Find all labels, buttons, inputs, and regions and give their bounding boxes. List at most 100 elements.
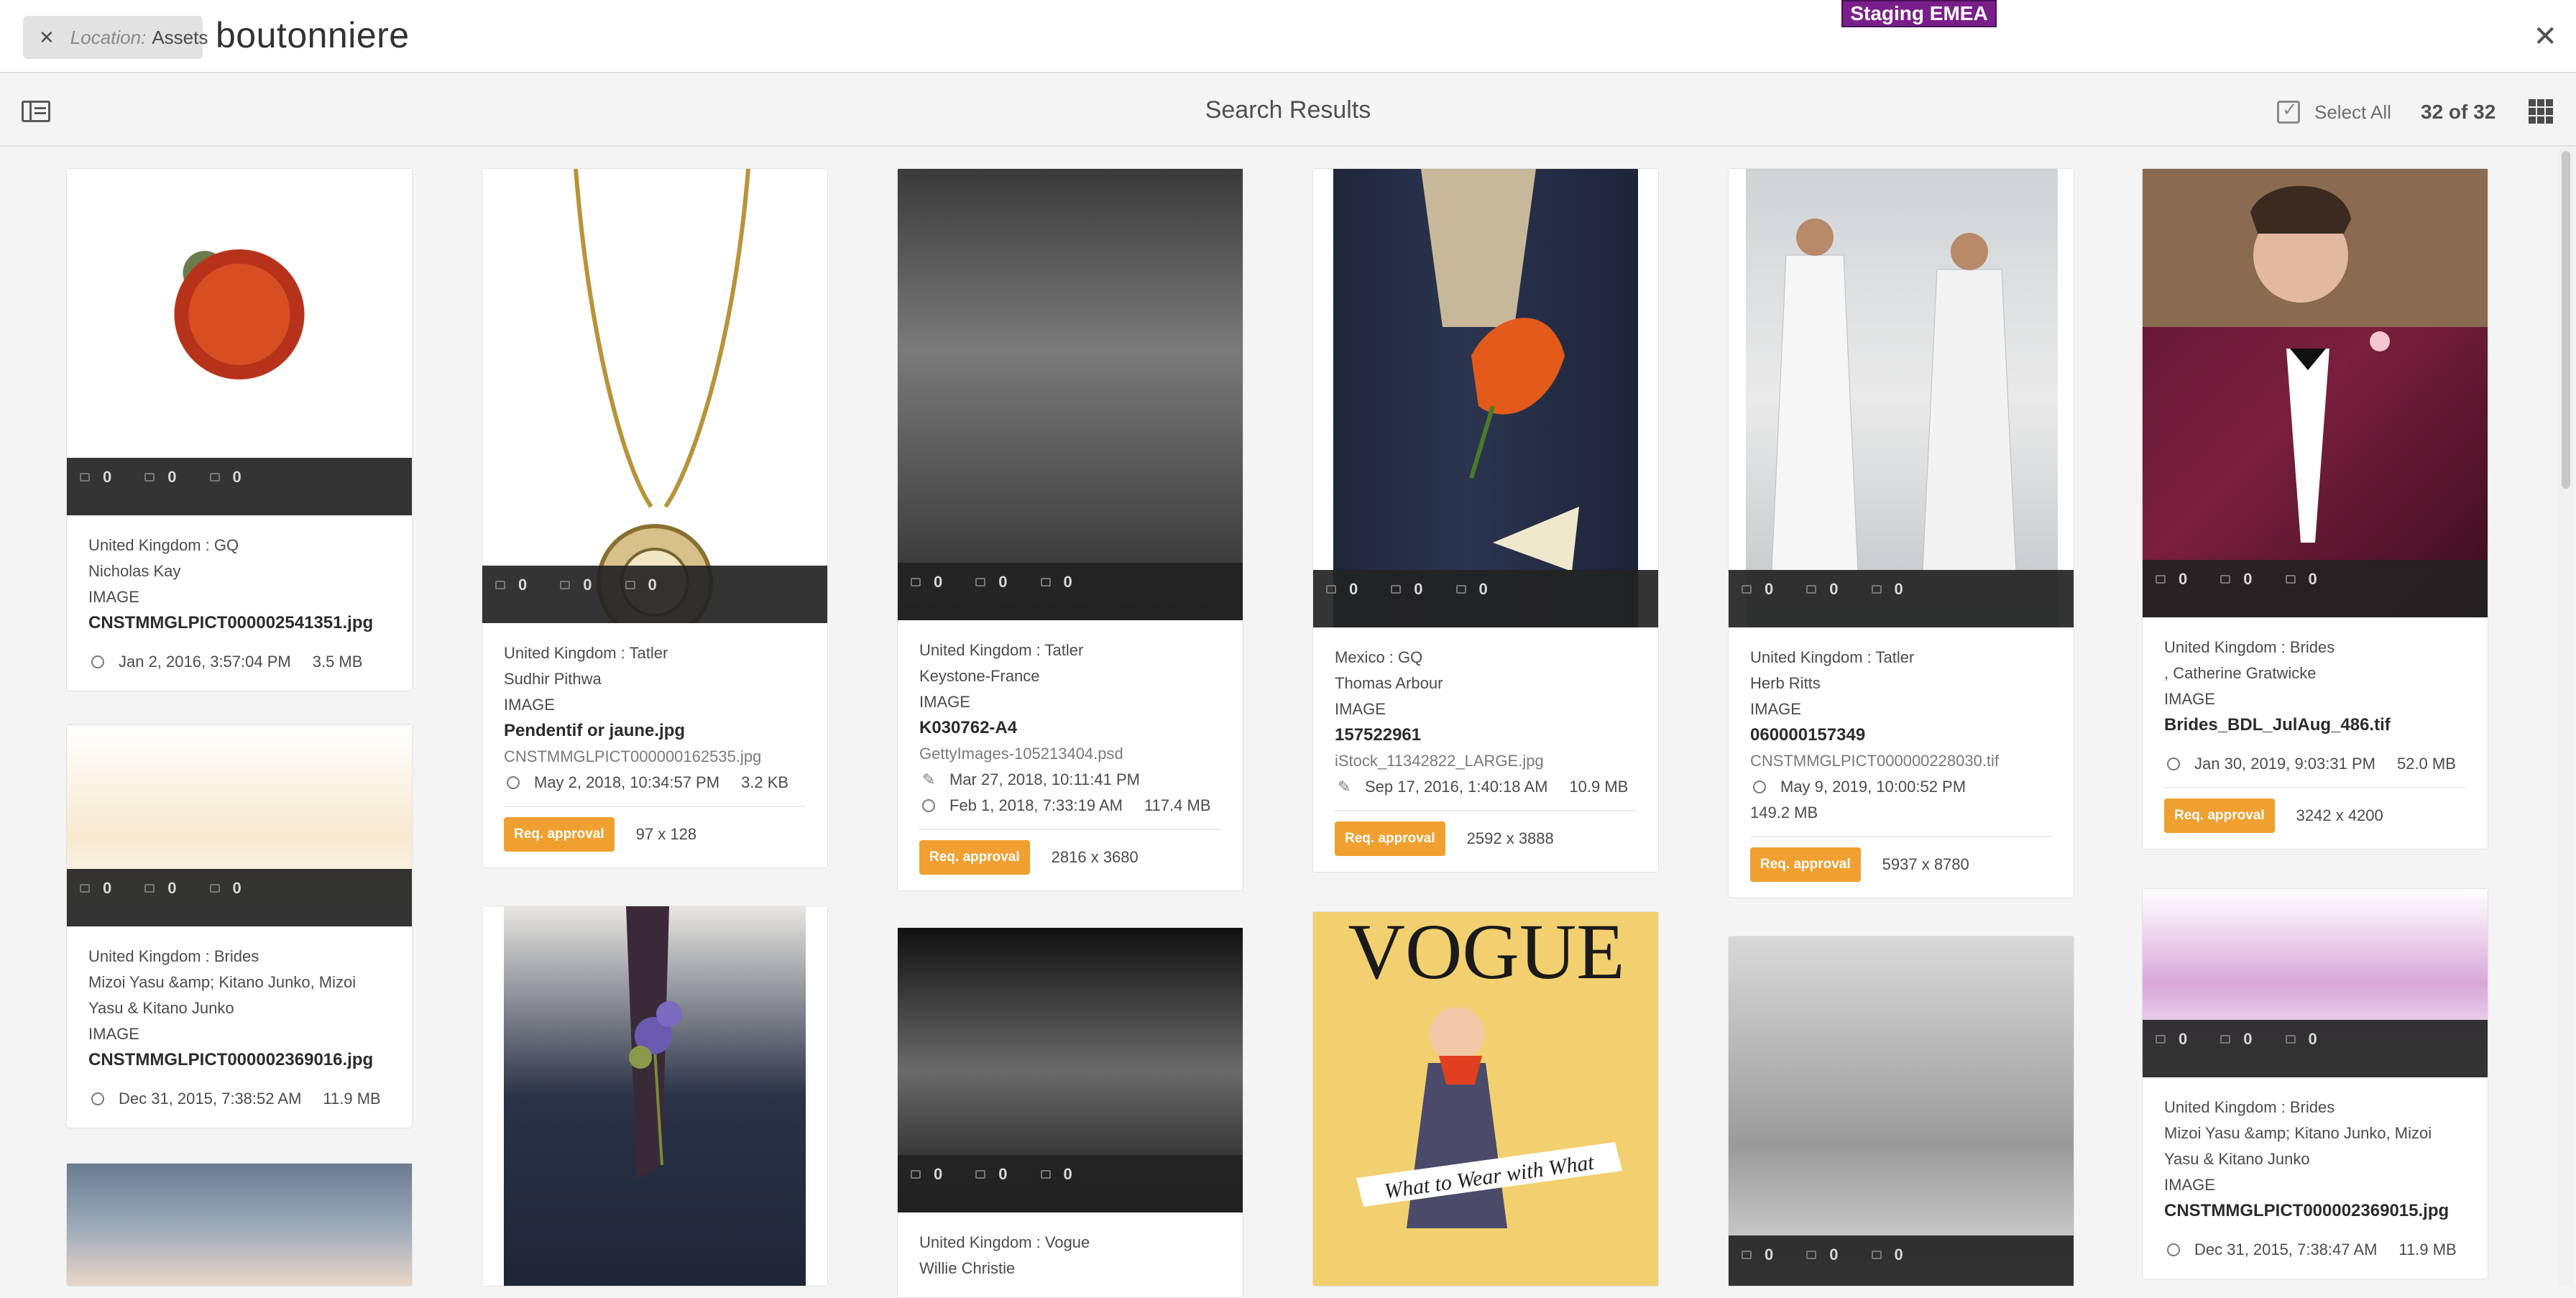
calla-lily-photo bbox=[1313, 169, 1658, 627]
asset-thumbnail[interactable]: 0 0 0 bbox=[898, 169, 1243, 620]
asset-market: United Kingdom : Vogue bbox=[919, 1233, 1090, 1251]
asset-date: Jan 30, 2019, 9:03:31 PM bbox=[2194, 755, 2375, 773]
asset-credit: Willie Christie bbox=[919, 1259, 1016, 1277]
asset-card[interactable] bbox=[482, 906, 828, 1287]
asset-meta: United Kingdom : Brides , Catherine Grat… bbox=[2143, 617, 2488, 849]
remove-filter-icon[interactable]: ✕ bbox=[39, 27, 55, 49]
approval-badge[interactable]: Req. approval bbox=[1335, 821, 1445, 856]
asset-stats-bar: 0 0 0 bbox=[898, 563, 1243, 620]
asset-card[interactable]: 0 0 0 Mexico : GQ Thomas Arbour IMAGE 15… bbox=[1312, 168, 1659, 873]
asset-thumbnail[interactable]: 0 0 0 bbox=[482, 169, 827, 623]
asset-card[interactable]: 0 0 0 United Kingdom : Brides Mizoi Yasu… bbox=[66, 724, 413, 1128]
asset-date: Feb 1, 2018, 7:33:19 AM bbox=[949, 796, 1123, 814]
asset-thumbnail[interactable]: 0 0 0 bbox=[2143, 889, 2488, 1077]
asset-market: United Kingdom : Tatler bbox=[919, 641, 1084, 659]
asset-card[interactable]: 0 0 0 United Kingdom : Brides Mizoi Yasu… bbox=[2142, 888, 2488, 1279]
scrollbar-thumb[interactable] bbox=[2562, 151, 2570, 489]
white-suits-photo bbox=[1729, 169, 2074, 627]
approval-badge[interactable]: Req. approval bbox=[2164, 798, 2275, 833]
asset-card[interactable]: 0 0 0 United Kingdom : Tatler Herb Ritts… bbox=[1728, 168, 2074, 898]
asset-card[interactable]: 0 0 0 bbox=[1728, 936, 2074, 1287]
asset-type: IMAGE bbox=[1750, 700, 1801, 718]
vogue-cover-photo: VOGUE What to Wear with What bbox=[1348, 912, 1624, 1228]
comments-icon bbox=[1871, 585, 1882, 594]
asset-meta: United Kingdom : Brides Mizoi Yasu &amp;… bbox=[2143, 1077, 2488, 1279]
edit-pencil-icon: ✎ bbox=[1338, 778, 1351, 796]
location-value: Assets bbox=[152, 26, 208, 48]
asset-market: United Kingdom : Brides bbox=[88, 947, 259, 965]
location-filter-tag[interactable]: ✕ Location: Assets bbox=[23, 16, 208, 59]
approval-badge[interactable]: Req. approval bbox=[504, 817, 615, 852]
asset-title[interactable]: K030762-A4 bbox=[919, 715, 1221, 741]
asset-dimensions: 97 x 128 bbox=[635, 825, 697, 843]
asset-filename: CNSTMMGLPICT000000228030.tif bbox=[1750, 752, 2000, 770]
asset-thumbnail[interactable]: 0 0 0 bbox=[1729, 169, 2074, 627]
asset-title[interactable]: Pendentif or jaune.jpg bbox=[504, 718, 806, 744]
asset-type: IMAGE bbox=[919, 693, 970, 711]
asset-thumbnail[interactable]: 0 0 0 bbox=[67, 725, 412, 926]
asset-title[interactable]: 060000157349 bbox=[1750, 722, 2052, 748]
asset-title[interactable]: CNSTMMGLPICT000002369015.jpg bbox=[2164, 1198, 2466, 1224]
asset-date: Dec 31, 2015, 7:38:52 AM bbox=[119, 1090, 302, 1108]
comments-icon bbox=[1871, 1251, 1882, 1259]
asset-size: 11.9 MB bbox=[323, 1090, 381, 1108]
asset-card[interactable] bbox=[66, 1163, 413, 1287]
asset-type: IMAGE bbox=[2164, 1176, 2215, 1194]
asset-meta: United Kingdom : Tatler Herb Ritts IMAGE… bbox=[1729, 627, 2074, 898]
downloads-icon bbox=[2220, 575, 2231, 584]
asset-dimensions: 2592 x 3888 bbox=[1466, 829, 1554, 847]
asset-thumbnail[interactable]: VOGUE What to Wear with What bbox=[1313, 912, 1658, 1286]
asset-thumbnail[interactable]: 0 0 0 bbox=[1313, 169, 1658, 627]
asset-thumbnail[interactable] bbox=[482, 906, 827, 1286]
asset-size: 52.0 MB bbox=[2396, 755, 2456, 773]
card-view-icon[interactable] bbox=[2529, 99, 2553, 124]
comments-icon bbox=[209, 884, 220, 893]
downloads-icon bbox=[2220, 1035, 2231, 1044]
asset-card[interactable]: VOGUE What to Wear with What bbox=[1312, 911, 1659, 1287]
asset-card[interactable]: 0 0 0 United Kingdom : Tatler Keystone-F… bbox=[897, 168, 1243, 891]
asset-title[interactable]: CNSTMMGLPICT000002541351.jpg bbox=[88, 610, 390, 636]
asset-stats-bar: 0 0 0 bbox=[1313, 570, 1658, 627]
asset-card[interactable]: 0 0 0 United Kingdom : Brides , Catherin… bbox=[2142, 168, 2488, 850]
asset-size: 117.4 MB bbox=[1144, 796, 1211, 814]
views-icon bbox=[911, 1170, 921, 1179]
asset-card[interactable]: 0 0 0 United Kingdom : Tatler Sudhir Pit… bbox=[482, 168, 828, 868]
asset-card[interactable]: 0 0 0 United Kingdom : Vogue Willie Chri… bbox=[897, 927, 1243, 1298]
asset-modified: Sep 17, 2016, 1:40:18 AM bbox=[1365, 778, 1548, 796]
asset-filename: GettyImages-105213404.psd bbox=[919, 745, 1123, 763]
asset-thumbnail[interactable]: 0 0 0 bbox=[898, 928, 1243, 1212]
asset-title[interactable]: CNSTMMGLPICT000002369016.jpg bbox=[88, 1047, 390, 1073]
asset-date: May 2, 2018, 10:34:57 PM bbox=[534, 773, 720, 791]
asset-credit: , Catherine Gratwicke bbox=[2164, 664, 2317, 682]
approval-badge[interactable]: Req. approval bbox=[1750, 847, 1861, 882]
necklace-image bbox=[574, 169, 750, 623]
boutonniere-photo bbox=[482, 906, 827, 1286]
asset-stats-bar: 0 0 0 bbox=[67, 458, 412, 515]
asset-type: IMAGE bbox=[2164, 690, 2215, 708]
select-all-button[interactable]: Select All bbox=[2277, 98, 2391, 124]
approval-badge[interactable]: Req. approval bbox=[919, 840, 1030, 875]
asset-title[interactable]: Brides_BDL_JulAug_486.tif bbox=[2164, 712, 2466, 738]
published-globe-icon bbox=[1753, 781, 1766, 793]
asset-thumbnail[interactable]: 0 0 0 bbox=[1729, 936, 2074, 1286]
close-search-icon[interactable]: ✕ bbox=[2533, 20, 2557, 53]
asset-filename: CNSTMMGLPICT000000162535.jpg bbox=[504, 747, 762, 765]
asset-credit: Mizoi Yasu &amp; Kitano Junko, Mizoi Yas… bbox=[88, 973, 356, 1017]
comments-icon bbox=[2285, 1035, 2296, 1044]
asset-title[interactable]: 157522961 bbox=[1335, 722, 1637, 748]
views-icon bbox=[80, 473, 90, 482]
search-bar: ✕ Location: Assets boutonniere Staging E… bbox=[0, 0, 2576, 73]
asset-size: 11.9 MB bbox=[2398, 1241, 2457, 1258]
search-input[interactable]: boutonniere bbox=[216, 14, 410, 56]
asset-thumbnail[interactable]: 0 0 0 bbox=[2143, 169, 2488, 617]
asset-market: United Kingdom : GQ bbox=[88, 536, 239, 554]
action-bar: Search Results Select All 32 of 32 bbox=[0, 75, 2576, 147]
views-icon bbox=[2156, 575, 2166, 584]
asset-thumbnail[interactable]: 0 0 0 bbox=[67, 169, 412, 515]
asset-stats-bar: 0 0 0 bbox=[482, 566, 827, 623]
asset-card[interactable]: 0 0 0 United Kingdom : GQ Nicholas Kay I… bbox=[66, 168, 413, 691]
asset-market: United Kingdom : Tatler bbox=[504, 644, 668, 662]
asset-thumbnail[interactable] bbox=[67, 1164, 412, 1286]
location-label: Location: bbox=[70, 26, 147, 48]
select-all-checkbox-icon[interactable] bbox=[2277, 98, 2300, 124]
